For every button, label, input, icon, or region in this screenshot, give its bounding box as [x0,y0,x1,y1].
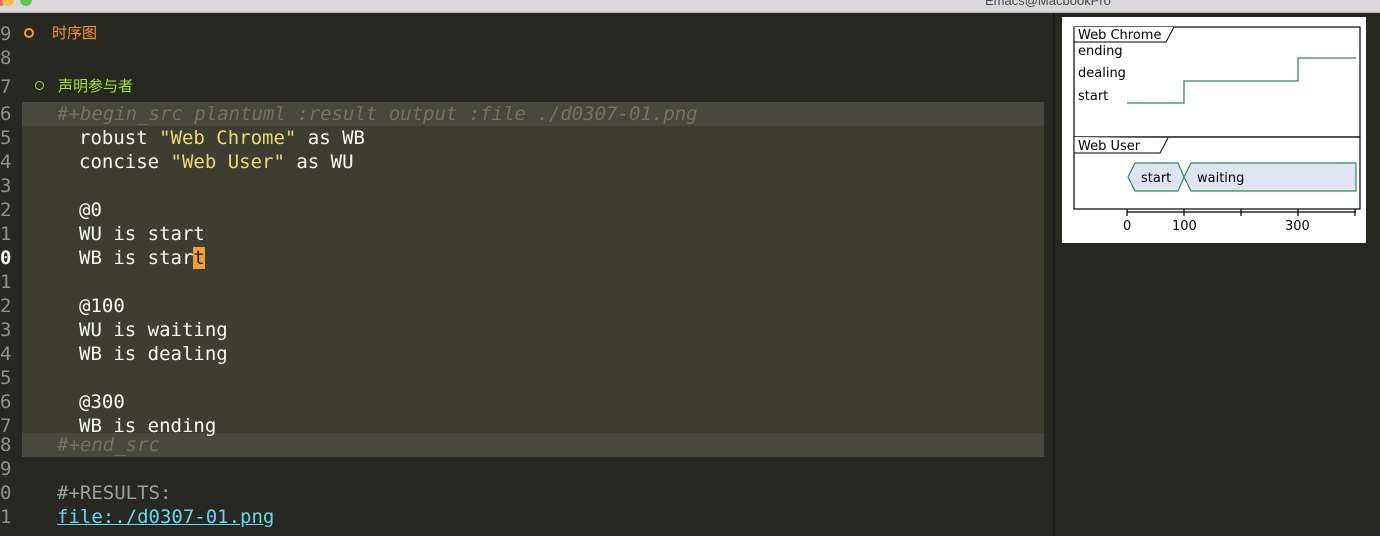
timing-diagram-image: Web Chrome ending dealing start Web User… [1062,17,1366,243]
results-keyword: #+RESULTS: [57,482,172,504]
maximize-window-button[interactable] [20,0,32,6]
heading-bullet-icon [35,81,44,90]
line-number: 2 [0,199,12,221]
code-text: @0 [79,199,102,221]
src-begin-directive: #+begin_src plantuml :result output :fil… [57,103,698,125]
editor-line[interactable]: 6 @300 [0,390,1053,414]
line-number: 1 [0,223,12,245]
axis-label-0: 0 [1123,219,1131,234]
editor-line[interactable]: 0 #+RESULTS: [0,481,1053,505]
title-bar: Emacs@MacbookPro [0,0,1380,13]
axis-label-100: 100 [1172,219,1197,234]
editor-line[interactable]: 1 file:./d0307-01.png [0,505,1053,529]
line-number: 0 [0,482,12,504]
org-heading-2[interactable]: 7 声明参与者 [0,75,1053,99]
code-text: concise "Web User" as WU [79,151,354,173]
line-number: 9 [0,458,12,480]
editor-line-current[interactable]: 0 WB is start [0,246,1053,270]
line-number: 1 [0,271,12,293]
robust-title: Web Chrome [1078,28,1161,43]
window-title: Emacs@MacbookPro [985,0,1111,8]
line-number: 3 [0,319,12,341]
editor-line[interactable]: 2 @100 [0,294,1053,318]
minimize-window-button[interactable] [2,0,14,6]
heading-text: 声明参与者 [58,78,134,95]
code-text: WU is waiting [79,319,228,341]
heading-text: 时序图 [52,25,98,42]
editor-line[interactable]: 8 [0,46,1053,70]
concise-state-start: start [1141,171,1171,186]
robust-state-line [1127,57,1356,104]
editor-line[interactable]: 8 #+end_src [0,433,1053,457]
line-number: 5 [0,367,12,389]
state-label-ending: ending [1078,44,1123,59]
timing-diagram-svg: Web Chrome ending dealing start Web User… [1073,26,1361,234]
line-number: 6 [0,103,12,125]
code-text: WB is dealing [79,343,228,365]
concise-title: Web User [1078,139,1141,154]
editor-line[interactable]: 3 [0,174,1053,198]
org-heading-1[interactable]: 9 时序图 [0,22,1053,46]
src-end-directive: #+end_src [57,434,160,456]
line-number: 2 [0,295,12,317]
editor-line[interactable]: 6 #+begin_src plantuml :result output :f… [0,102,1053,126]
line-number: 9 [0,23,12,45]
state-label-start: start [1078,89,1108,104]
line-number: 3 [0,175,12,197]
line-number: 6 [0,391,12,413]
editor-line[interactable]: 4 concise "Web User" as WU [0,150,1053,174]
line-number: 0 [0,247,12,269]
text-cursor: t [193,247,205,269]
code-text: WU is start [79,223,205,245]
editor-pane[interactable]: 9 时序图 8 7 声明参与者 6 #+begin_src plantuml :… [0,13,1053,536]
editor-line[interactable]: 3 WU is waiting [0,318,1053,342]
heading-bullet-icon [24,28,34,38]
code-text: @100 [79,295,125,317]
line-number: 7 [0,76,12,98]
editor-line[interactable]: 5 robust "Web Chrome" as WB [0,126,1053,150]
editor-line[interactable]: 2 @0 [0,198,1053,222]
editor-line[interactable]: 1 [0,270,1053,294]
axis-label-300: 300 [1285,219,1310,234]
line-number: 8 [0,47,12,69]
line-number: 1 [0,506,12,528]
line-number: 8 [0,434,12,456]
editor-line[interactable]: 4 WB is dealing [0,342,1053,366]
editor-line[interactable]: 5 [0,366,1053,390]
line-number: 5 [0,127,12,149]
line-number: 4 [0,151,12,173]
state-label-dealing: dealing [1078,66,1126,81]
line-number: 4 [0,343,12,365]
concise-state-waiting: waiting [1197,171,1244,186]
result-file-link[interactable]: file:./d0307-01.png [57,505,274,529]
editor-line[interactable]: 1 WU is start [0,222,1053,246]
code-text: @300 [79,391,125,413]
editor-line[interactable]: 9 [0,457,1053,481]
code-text: robust "Web Chrome" as WB [79,127,365,149]
code-text: WB is start [79,247,205,269]
